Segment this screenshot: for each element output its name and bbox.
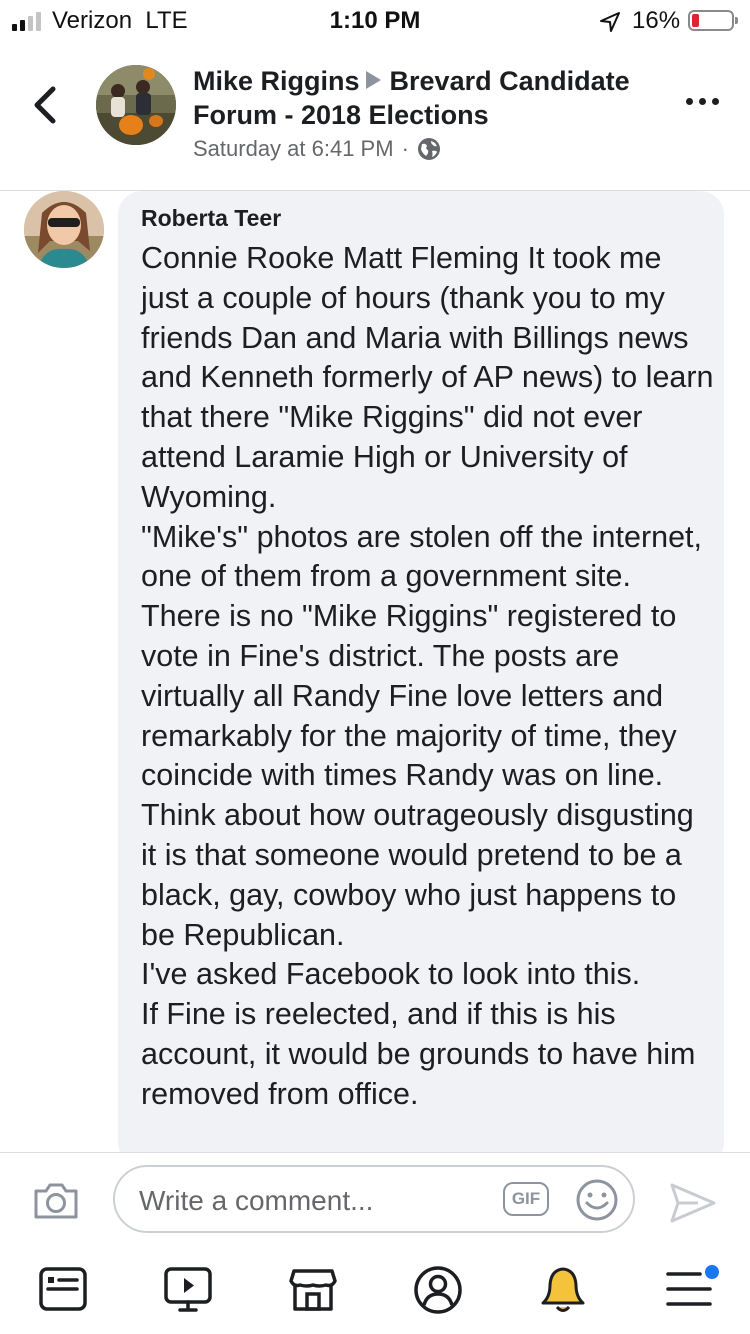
shared-to-arrow-icon xyxy=(365,71,381,89)
battery-percent: 16% xyxy=(632,7,681,34)
status-bar: Verizon LTE 1:10 PM 16% xyxy=(0,0,750,40)
post-timestamp[interactable]: Saturday at 6:41 PM xyxy=(193,136,394,162)
post-author-avatar[interactable] xyxy=(96,65,176,145)
marketplace-icon[interactable] xyxy=(288,1265,338,1313)
comment-text: Connie Rooke Matt Fleming It took me jus… xyxy=(141,241,714,1111)
smiley-icon[interactable] xyxy=(575,1178,619,1222)
more-dots-icon[interactable] xyxy=(686,98,719,105)
profile-icon[interactable] xyxy=(413,1265,463,1315)
send-icon[interactable] xyxy=(668,1181,718,1225)
post-author-name[interactable]: Mike Riggins xyxy=(193,66,360,96)
chevron-left-icon[interactable] xyxy=(32,86,58,124)
watch-icon[interactable] xyxy=(163,1265,213,1313)
post-header: Mike Riggins Brevard Candidate Forum - 20… xyxy=(0,48,750,191)
comment-placeholder: Write a comment... xyxy=(139,1185,374,1216)
comment-composer: Write a comment... GIF xyxy=(0,1152,750,1248)
commenter-avatar[interactable] xyxy=(24,191,104,268)
news-feed-icon[interactable] xyxy=(38,1265,88,1313)
battery-icon xyxy=(688,10,738,31)
camera-icon[interactable] xyxy=(32,1181,80,1221)
post-meta: Saturday at 6:41 PM · xyxy=(193,136,441,162)
post-title: Mike Riggins Brevard Candidate Forum - 20… xyxy=(193,64,683,132)
comment-author[interactable]: Roberta Teer xyxy=(141,205,281,232)
location-arrow-icon xyxy=(600,12,620,32)
globe-icon xyxy=(417,138,440,160)
gif-button[interactable]: GIF xyxy=(503,1182,549,1216)
comment-input[interactable]: Write a comment... GIF xyxy=(113,1165,635,1233)
tab-bar xyxy=(0,1247,750,1334)
meta-separator: · xyxy=(401,136,409,161)
menu-notification-dot xyxy=(703,1263,721,1281)
notifications-icon[interactable] xyxy=(539,1265,587,1315)
